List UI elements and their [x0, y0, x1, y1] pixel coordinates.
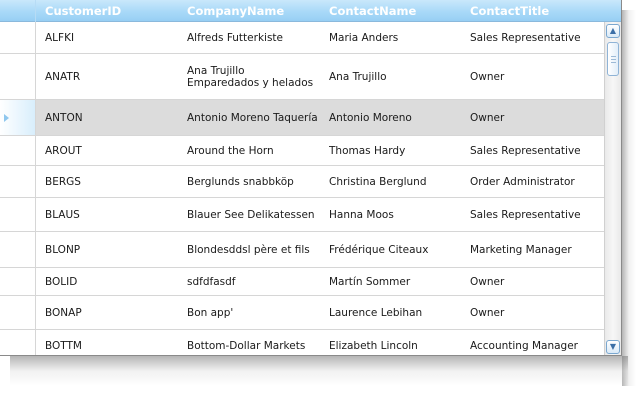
row-indicator[interactable] [0, 136, 36, 165]
row-indicator[interactable] [0, 198, 36, 231]
cell-contactname[interactable]: Christina Berglund [329, 166, 461, 197]
row-indicator[interactable] [0, 54, 36, 99]
row-indicator-header [0, 0, 36, 22]
cell-contacttitle[interactable]: Accounting Manager [470, 330, 604, 355]
cell-customerid[interactable]: BERGS [45, 166, 177, 197]
table-row[interactable]: BLAUS Blauer See Delikatessen Hanna Moos Sa… [0, 198, 604, 232]
arrow-down-icon[interactable]: ▼ [606, 340, 620, 354]
table-row[interactable]: ANTON Antonio Moreno Taquería Antonio More… [0, 100, 604, 136]
grid-rows: ALFKI Alfreds Futterkiste Maria Anders Sale… [0, 22, 604, 355]
screenshot-stage: CustomerID CompanyName ContactName Conta… [0, 0, 642, 402]
cell-customerid[interactable]: ANATR [45, 54, 177, 99]
cell-contactname[interactable]: Maria Anders [329, 22, 461, 53]
row-indicator[interactable] [0, 100, 36, 135]
grip-line [611, 56, 616, 57]
row-indicator[interactable] [0, 166, 36, 197]
column-header-contacttitle[interactable]: ContactTitle [470, 0, 549, 22]
cell-customerid[interactable]: BONAP [45, 296, 177, 329]
table-row[interactable]: BERGS Berglunds snabbköp Christina Berglun… [0, 166, 604, 198]
cell-contacttitle[interactable]: Owner [470, 54, 604, 99]
cell-customerid[interactable]: AROUT [45, 136, 177, 165]
cell-companyname[interactable]: sdfdfasdf [187, 268, 319, 295]
cell-contacttitle[interactable]: Sales Representative [470, 136, 604, 165]
cell-contacttitle[interactable]: Order Administrator [470, 166, 604, 197]
cell-contactname[interactable]: Laurence Lebihan [329, 296, 461, 329]
column-header-customerid[interactable]: CustomerID [45, 0, 121, 22]
table-row[interactable]: BOTTM Bottom-Dollar Markets Elizabeth Linc… [0, 330, 604, 355]
cell-customerid[interactable]: ALFKI [45, 22, 177, 53]
cell-customerid[interactable]: BLAUS [45, 198, 177, 231]
cell-contactname[interactable]: Martín Sommer [329, 268, 461, 295]
customers-data-grid: CustomerID CompanyName ContactName Conta… [0, 0, 622, 356]
column-header-companyname[interactable]: CompanyName [187, 0, 284, 22]
row-indicator[interactable] [0, 22, 36, 53]
table-row[interactable]: BOLID sdfdfasdf Martín Sommer Owner [0, 268, 604, 296]
grip-line [611, 59, 616, 60]
cell-contacttitle[interactable]: Sales Representative [470, 198, 604, 231]
cell-contacttitle[interactable]: Owner [470, 296, 604, 329]
window-shadow-bottom [10, 356, 628, 386]
cell-companyname[interactable]: Blauer See Delikatessen [187, 198, 319, 231]
cell-companyname[interactable]: Bottom-Dollar Markets [187, 330, 319, 355]
cell-companyname[interactable]: Bon app' [187, 296, 319, 329]
cell-customerid[interactable]: BLONP [45, 232, 177, 267]
grip-line [611, 62, 616, 63]
cell-companyname[interactable]: Blondesddsl père et fils [187, 232, 319, 267]
cell-companyname[interactable]: Around the Horn [187, 136, 319, 165]
cell-contactname[interactable]: Hanna Moos [329, 198, 461, 231]
cell-customerid[interactable]: BOLID [45, 268, 177, 295]
cell-companyname[interactable]: Berglunds snabbköp [187, 166, 319, 197]
table-row[interactable]: AROUT Around the Horn Thomas Hardy Sales Re… [0, 136, 604, 166]
table-row[interactable]: ALFKI Alfreds Futterkiste Maria Anders Sale… [0, 22, 604, 54]
cell-customerid[interactable]: ANTON [45, 100, 177, 135]
row-indicator[interactable] [0, 232, 36, 267]
cell-contacttitle[interactable]: Owner [470, 100, 604, 135]
scrollbar-thumb[interactable] [607, 42, 619, 76]
cell-contactname[interactable]: Elizabeth Lincoln [329, 330, 461, 355]
cell-contactname[interactable]: Ana Trujillo [329, 54, 461, 99]
vertical-scrollbar[interactable]: ▲ ▼ [604, 22, 621, 355]
column-header-contactname[interactable]: ContactName [329, 0, 416, 22]
cell-customerid[interactable]: BOTTM [45, 330, 177, 355]
row-indicator[interactable] [0, 330, 36, 355]
cell-contactname[interactable]: Thomas Hardy [329, 136, 461, 165]
row-indicator[interactable] [0, 296, 36, 329]
cell-contacttitle[interactable]: Owner [470, 268, 604, 295]
cell-contacttitle[interactable]: Sales Representative [470, 22, 604, 53]
cell-contacttitle[interactable]: Marketing Manager [470, 232, 604, 267]
cell-companyname[interactable]: Antonio Moreno Taquería [187, 100, 319, 135]
cell-companyname[interactable]: Alfreds Futterkiste [187, 22, 319, 53]
table-row[interactable]: BONAP Bon app' Laurence Lebihan Owner [0, 296, 604, 330]
row-indicator[interactable] [0, 268, 36, 295]
table-row[interactable]: ANATR Ana Trujillo Emparedados y helados A… [0, 54, 604, 100]
window-shadow-right [622, 10, 636, 386]
cell-contactname[interactable]: Antonio Moreno [329, 100, 461, 135]
cell-companyname[interactable]: Ana Trujillo Emparedados y helados [187, 54, 319, 99]
arrow-up-icon[interactable]: ▲ [606, 24, 620, 38]
cell-contactname[interactable]: Frédérique Citeaux [329, 232, 461, 267]
grid-header: CustomerID CompanyName ContactName Conta… [0, 0, 621, 22]
table-row[interactable]: BLONP Blondesddsl père et fils Frédérique … [0, 232, 604, 268]
current-row-arrow-icon [4, 113, 9, 122]
